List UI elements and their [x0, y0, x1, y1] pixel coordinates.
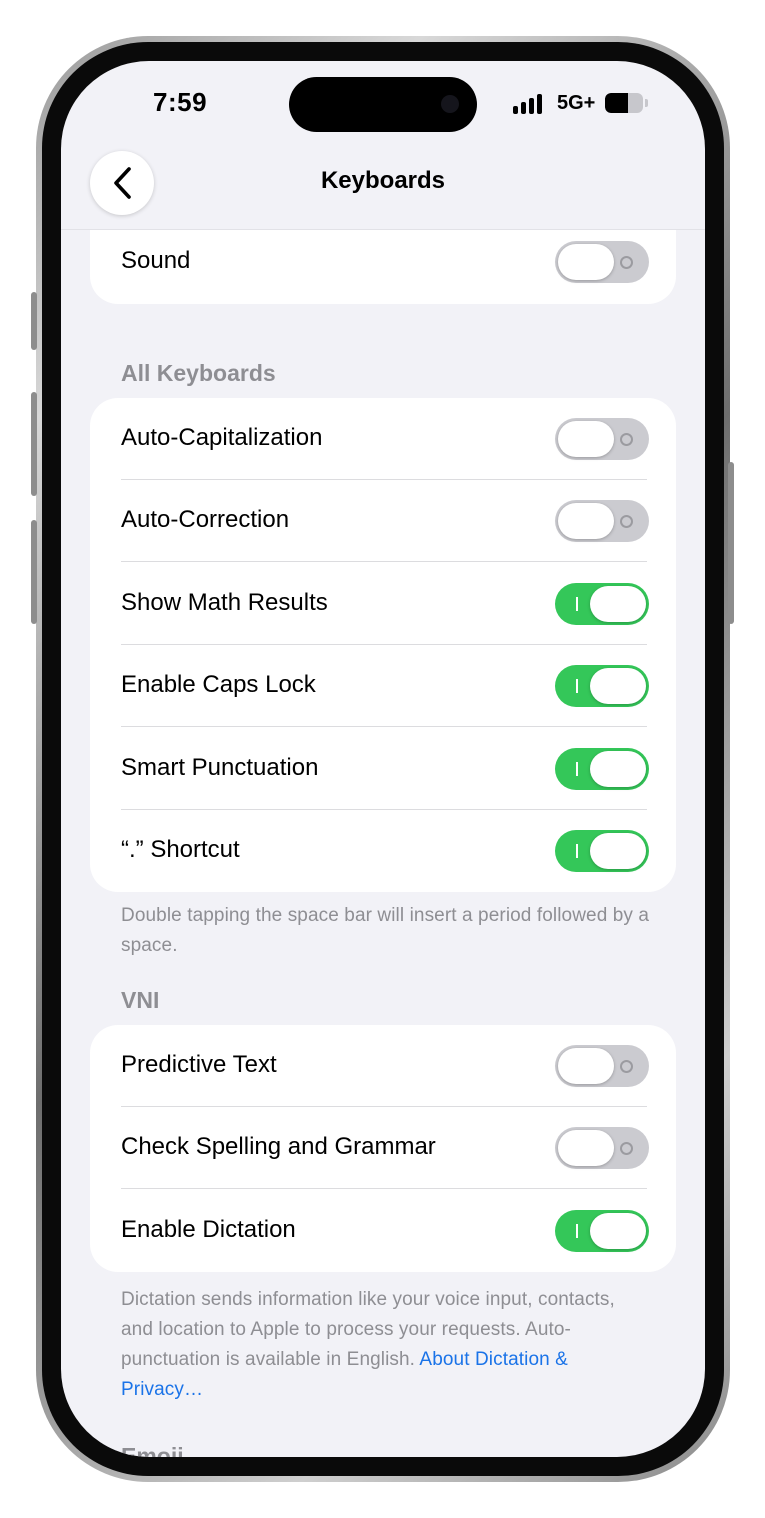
- screen: Sound All Keyboards Auto-Capitalization …: [61, 61, 705, 1457]
- toggle-on-mark: [576, 844, 578, 858]
- toggle-on-mark: [576, 597, 578, 611]
- show-math-results-toggle[interactable]: [555, 583, 649, 625]
- predictive-text-row: Predictive Text: [90, 1025, 676, 1107]
- volume-up-button: [31, 392, 37, 496]
- action-button: [31, 292, 37, 350]
- row-label: Predictive Text: [121, 1051, 277, 1078]
- check-spelling-row: Check Spelling and Grammar: [90, 1107, 676, 1189]
- toggle-on-mark: [576, 1224, 578, 1238]
- row-label: Sound: [121, 247, 191, 274]
- auto-correction-toggle[interactable]: [555, 500, 649, 542]
- enable-dictation-row: Enable Dictation: [90, 1190, 676, 1272]
- period-shortcut-footer: Double tapping the space bar will insert…: [121, 905, 650, 956]
- battery-tip: [645, 99, 648, 107]
- toggle-knob: [558, 503, 614, 539]
- enable-caps-lock-row: Enable Caps Lock: [90, 645, 676, 727]
- toggle-knob: [590, 1213, 646, 1249]
- period-shortcut-toggle[interactable]: [555, 830, 649, 872]
- toggle-on-mark: [576, 679, 578, 693]
- toggle-off-mark: [620, 256, 633, 269]
- row-label: Auto-Correction: [121, 506, 290, 533]
- cellular-signal-icon: [513, 94, 542, 114]
- status-bar: 7:59 5G+: [61, 61, 705, 151]
- dictation-footer: Dictation sends information like your vo…: [121, 1285, 651, 1405]
- row-label: Enable Dictation: [121, 1216, 296, 1243]
- camera-icon: [441, 95, 459, 113]
- sound-toggle[interactable]: [555, 241, 649, 283]
- auto-capitalization-toggle[interactable]: [555, 418, 649, 460]
- auto-capitalization-row: Auto-Capitalization: [90, 398, 676, 480]
- row-label: Enable Caps Lock: [121, 671, 316, 698]
- check-spelling-toggle[interactable]: [555, 1127, 649, 1169]
- vni-group: Predictive Text Check Spelling and Gramm…: [90, 1025, 676, 1272]
- navigation-bar: Keyboards: [61, 149, 705, 230]
- row-label: Show Math Results: [121, 589, 328, 616]
- enable-caps-lock-toggle[interactable]: [555, 665, 649, 707]
- toggle-knob: [590, 751, 646, 787]
- dynamic-island: [289, 77, 477, 132]
- toggle-knob: [590, 833, 646, 869]
- toggle-off-mark: [620, 515, 633, 528]
- smart-punctuation-row: Smart Punctuation: [90, 728, 676, 810]
- toggle-off-mark: [620, 1142, 633, 1155]
- page-title: Keyboards: [320, 167, 446, 194]
- battery-icon: [605, 93, 643, 113]
- section-header-vni: VNI: [121, 987, 160, 1013]
- toggle-knob: [558, 244, 614, 280]
- toggle-off-mark: [620, 1060, 633, 1073]
- toggle-on-mark: [576, 762, 578, 776]
- section-header-emoji: Emoji: [121, 1443, 184, 1457]
- enable-dictation-toggle[interactable]: [555, 1210, 649, 1252]
- power-button: [728, 462, 734, 624]
- toggle-knob: [590, 586, 646, 622]
- row-divider: [121, 561, 647, 562]
- toggle-off-mark: [620, 433, 633, 446]
- row-divider: [121, 1188, 647, 1189]
- row-label: “.” Shortcut: [121, 836, 240, 863]
- smart-punctuation-toggle[interactable]: [555, 748, 649, 790]
- toggle-knob: [590, 668, 646, 704]
- all-keyboards-group: Auto-Capitalization Auto-Correction Show…: [90, 398, 676, 892]
- row-label: Auto-Capitalization: [121, 424, 323, 451]
- status-time: 7:59: [153, 87, 208, 117]
- show-math-results-row: Show Math Results: [90, 563, 676, 645]
- toggle-knob: [558, 1048, 614, 1084]
- auto-correction-row: Auto-Correction: [90, 480, 676, 562]
- row-label: Check Spelling and Grammar: [121, 1133, 436, 1160]
- battery-level: [605, 93, 628, 113]
- toggle-knob: [558, 421, 614, 457]
- predictive-text-toggle[interactable]: [555, 1045, 649, 1087]
- sound-row: Sound: [90, 221, 676, 303]
- period-shortcut-row: “.” Shortcut: [90, 810, 676, 892]
- toggle-knob: [558, 1130, 614, 1166]
- row-divider: [121, 726, 647, 727]
- row-label: Smart Punctuation: [121, 754, 319, 781]
- section-header-all-keyboards: All Keyboards: [121, 360, 276, 386]
- network-type: 5G+: [557, 92, 596, 114]
- volume-down-button: [31, 520, 37, 624]
